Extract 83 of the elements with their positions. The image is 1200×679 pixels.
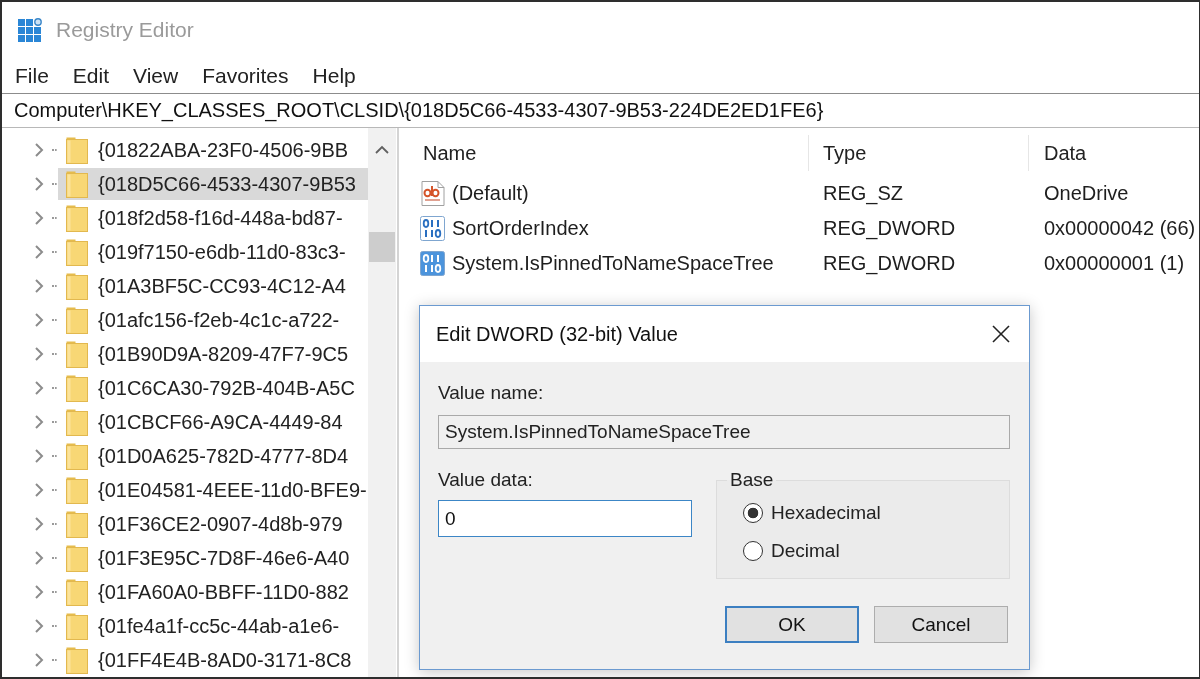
folder-icon (66, 476, 88, 504)
radio-label[interactable]: Hexadecimal (771, 502, 881, 524)
tree-item[interactable]: {01afc156-f2eb-4c1c-a722- (58, 304, 368, 336)
tree-item[interactable]: {01C6CA30-792B-404B-A5C (58, 372, 368, 404)
chevron-icon[interactable] (34, 550, 44, 566)
menu-item[interactable]: File (15, 63, 49, 88)
tree-item[interactable]: {01A3BF5C-CC93-4C12-A4 (58, 270, 368, 302)
chevron-icon[interactable] (34, 176, 44, 192)
value-name: System.IsPinnedToNameSpaceTree (452, 252, 774, 275)
tree-item[interactable]: {019f7150-e6db-11d0-83c3- (58, 236, 368, 268)
folder-icon (66, 612, 88, 640)
dialog-button[interactable]: OK (725, 606, 859, 643)
tree-item[interactable]: {018f2d58-f16d-448a-bd87- (58, 202, 368, 234)
column-header[interactable]: Data (1029, 135, 1199, 171)
column-header[interactable]: Name (399, 135, 809, 171)
folder-icon (66, 170, 88, 198)
chevron-icon[interactable] (34, 380, 44, 396)
radio-label[interactable]: Decimal (771, 540, 840, 562)
chevron-icon[interactable] (34, 210, 44, 226)
address-field[interactable]: Computer\HKEY_CLASSES_ROOT\CLSID\{018D5C66-4533-4307-9B53-224DE2ED1FE6} (2, 93, 1199, 128)
value-type: REG_SZ (822, 182, 905, 205)
tree-item[interactable]: {01FF4E4B-8AD0-3171-8C8 (58, 644, 368, 676)
folder-icon (66, 238, 88, 266)
value-data: 0x00000042 (66) (1043, 217, 1197, 240)
dialog-button[interactable]: Cancel (874, 606, 1008, 643)
chevron-icon[interactable] (34, 618, 44, 634)
chevron-icon[interactable] (34, 142, 44, 158)
folder-icon (66, 136, 88, 164)
column-header[interactable]: Type (809, 135, 1029, 171)
chevron-icon[interactable] (34, 584, 44, 600)
dialog-title: Edit DWORD (32-bit) Value (436, 322, 678, 346)
folder-icon (66, 374, 88, 402)
chevron-icon[interactable] (34, 414, 44, 430)
chevron-icon[interactable] (34, 346, 44, 362)
group-label: Base (729, 469, 775, 491)
tree-item[interactable]: {01822ABA-23F0-4506-9BB (58, 134, 368, 166)
value-data: 0x00000001 (1) (1043, 252, 1186, 275)
chevron-icon[interactable] (34, 244, 44, 260)
window-title: Registry Editor (56, 18, 194, 42)
field-label: Value name: (438, 382, 544, 404)
value-name: SortOrderIndex (452, 217, 589, 240)
folder-icon (66, 442, 88, 470)
folder-icon (66, 646, 88, 674)
tree-item[interactable]: {01B90D9A-8209-47F7-9C5 (58, 338, 368, 370)
value-name: (Default) (452, 182, 529, 205)
folder-icon (66, 272, 88, 300)
menu-item[interactable]: Help (312, 63, 356, 88)
close-icon[interactable] (991, 324, 1011, 344)
tree-item[interactable]: {01D0A625-782D-4777-8D4 (58, 440, 368, 472)
scroll-up-icon[interactable] (375, 145, 389, 154)
scrollbar-track[interactable] (368, 128, 396, 677)
menu-item[interactable]: Edit (72, 63, 110, 88)
chevron-icon[interactable] (34, 652, 44, 668)
folder-icon (66, 544, 88, 572)
folder-icon (66, 510, 88, 538)
chevron-icon[interactable] (34, 482, 44, 498)
folder-icon (66, 306, 88, 334)
folder-icon (66, 204, 88, 232)
value-data-field[interactable]: 0 (438, 500, 692, 537)
value-type: REG_DWORD (822, 252, 957, 275)
tree-item[interactable]: {01F3E95C-7D8F-46e6-A40 (58, 542, 368, 574)
chevron-icon[interactable] (34, 312, 44, 328)
folder-icon (66, 578, 88, 606)
folder-icon (66, 340, 88, 368)
folder-icon (66, 408, 88, 436)
radio-button[interactable] (743, 541, 763, 561)
chevron-icon[interactable] (34, 448, 44, 464)
chevron-icon[interactable] (34, 516, 44, 532)
chevron-icon[interactable] (34, 278, 44, 294)
menu-item[interactable]: View (133, 63, 179, 88)
value-data: OneDrive (1043, 182, 1130, 205)
radio-button[interactable] (743, 503, 763, 523)
grid-icon (17, 17, 43, 43)
menu-item[interactable]: Favorites (202, 63, 289, 88)
tree-item[interactable]: {01fe4a1f-cc5c-44ab-a1e6- (58, 610, 368, 642)
tree-item[interactable]: {01FA60A0-BBFF-11D0-882 (58, 576, 368, 608)
value-type: REG_DWORD (822, 217, 957, 240)
field-label: Value data: (438, 469, 534, 491)
tree-item[interactable]: {01E04581-4EEE-11d0-BFE9- (58, 474, 368, 506)
scrollbar-thumb[interactable] (369, 232, 395, 262)
tree-item[interactable]: {01CBCF66-A9CA-4449-84 (58, 406, 368, 438)
tree-item[interactable]: {01F36CE2-0907-4d8b-979 (58, 508, 368, 540)
tree-item[interactable]: {018D5C66-4533-4307-9B53 (58, 168, 368, 200)
